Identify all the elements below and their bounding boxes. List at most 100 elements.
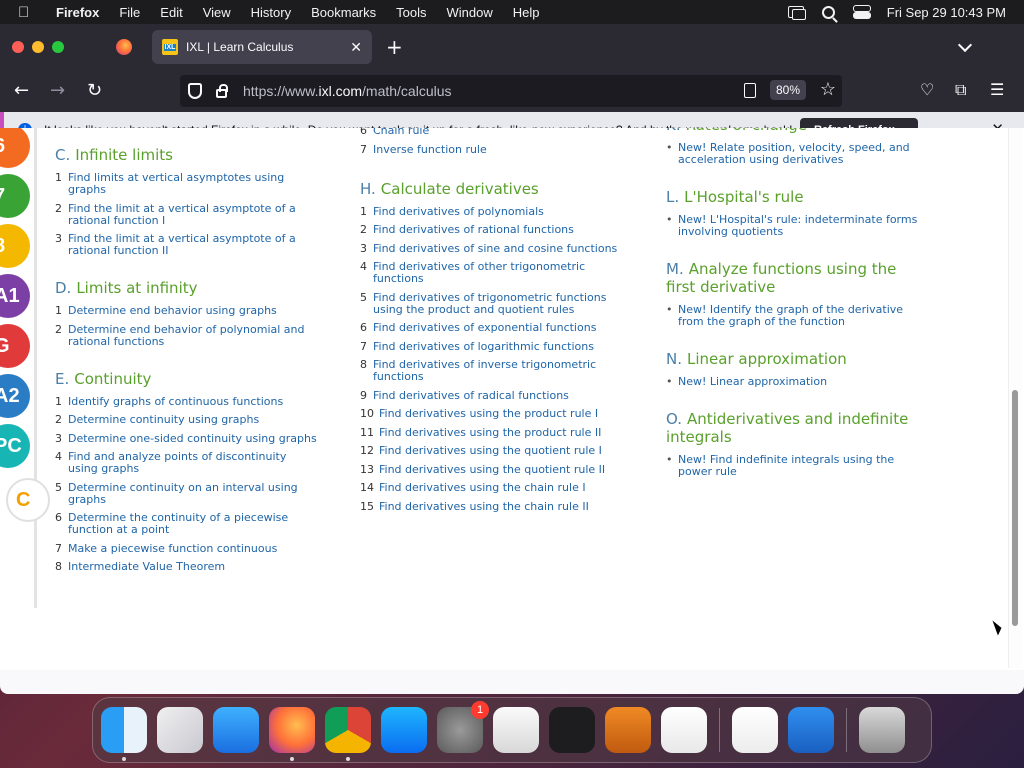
menu-app[interactable]: Firefox (56, 5, 99, 20)
menu-bookmarks[interactable]: Bookmarks (311, 5, 376, 20)
skill-label[interactable]: Find derivatives of trigonometric functi… (373, 291, 632, 316)
skill-link[interactable]: 1 Determine end behavior using graphs (55, 305, 317, 317)
skill-link[interactable]: 8 Intermediate Value Theorem (55, 561, 317, 573)
reader-view-icon[interactable] (744, 83, 756, 98)
skill-label[interactable]: Find derivatives of radical functions (373, 389, 569, 402)
skill-label[interactable]: Find the limit at a vertical asymptote o… (68, 233, 317, 257)
skill-link[interactable]: 6 Chain rule (360, 128, 632, 137)
skill-label[interactable]: Find derivatives of rational functions (373, 224, 574, 236)
skill-link[interactable]: 1 Find derivatives of polynomials (360, 205, 632, 218)
pocket-icon[interactable]: ♡ (920, 80, 934, 99)
menu-help[interactable]: Help (513, 5, 540, 20)
grade-level-c[interactable]: C (6, 478, 50, 522)
skill-link[interactable]: 11 Find derivatives using the product rul… (360, 426, 632, 439)
visual-studio-icon[interactable] (732, 707, 778, 753)
skill-label[interactable]: Find and analyze points of discontinuity… (68, 451, 317, 475)
skill-link[interactable]: 5 Find derivatives of trigonometric funct… (360, 291, 632, 316)
skill-label[interactable]: Intermediate Value Theorem (68, 561, 225, 573)
vscode-icon[interactable] (661, 707, 707, 753)
screen-mirroring-icon[interactable] (787, 6, 806, 20)
tracking-protection-shield-icon[interactable] (188, 83, 202, 99)
skill-link[interactable]: 13 Find derivatives using the quotient ru… (360, 463, 632, 476)
menu-view[interactable]: View (203, 5, 231, 20)
grade-level-a1[interactable]: A1 (0, 274, 30, 318)
zoom-level-badge[interactable]: 80% (769, 80, 806, 100)
skill-link[interactable]: 2 Determine continuity using graphs (55, 414, 317, 426)
skill-label[interactable]: Find derivatives of exponential function… (373, 322, 596, 334)
skill-link[interactable]: 7 Find derivatives of logarithmic functio… (360, 340, 632, 353)
trash-icon[interactable] (859, 707, 905, 753)
skill-label[interactable]: Determine the continuity of a piecewise … (68, 512, 317, 536)
skill-label[interactable]: Find derivatives of inverse trigonometri… (373, 359, 632, 383)
apple-icon[interactable]:  (18, 4, 38, 21)
skill-link[interactable]: 12 Find derivatives using the quotient ru… (360, 445, 632, 457)
extensions-icon[interactable]: ⧉ (955, 80, 966, 100)
chrome-icon[interactable] (325, 707, 371, 761)
skill-link[interactable]: 10 Find derivatives using the product rul… (360, 408, 632, 420)
grade-level-a2[interactable]: A2 (0, 374, 30, 418)
firefox-view-icon[interactable] (116, 39, 132, 55)
skill-link[interactable]: 3 Find derivatives of sine and cosine fun… (360, 242, 632, 255)
skill-label[interactable]: New! Relate position, velocity, speed, a… (678, 142, 928, 166)
grade-level-g[interactable]: G (0, 324, 30, 368)
menu-edit[interactable]: Edit (160, 5, 182, 20)
skill-label[interactable]: Find derivatives of logarithmic function… (373, 340, 594, 353)
garageband-icon[interactable] (605, 707, 651, 753)
system-settings-icon[interactable]: 1 (437, 701, 489, 753)
skill-label[interactable]: New! Linear approximation (678, 376, 827, 388)
minimize-window-button[interactable] (32, 41, 44, 53)
scrollbar-thumb[interactable] (1012, 390, 1018, 626)
chevron-down-icon[interactable] (957, 37, 973, 53)
skill-label[interactable]: Find derivatives of polynomials (373, 205, 544, 218)
grade-level-pc[interactable]: PC (0, 424, 30, 468)
skill-link[interactable]: 7 Make a piecewise function continuous (55, 542, 317, 555)
skill-link[interactable]: 4 Find and analyze points of discontinuit… (55, 451, 317, 475)
menu-history[interactable]: History (251, 5, 291, 20)
menu-window[interactable]: Window (447, 5, 493, 20)
menu-tools[interactable]: Tools (396, 5, 426, 20)
skill-label[interactable]: Find derivatives using the quotient rule… (379, 463, 605, 476)
skill-link[interactable]: 2 Find derivatives of rational functions (360, 224, 632, 236)
terminal-icon[interactable] (549, 707, 595, 753)
textedit-icon[interactable] (493, 707, 539, 753)
skill-label[interactable]: Determine continuity on an interval usin… (68, 481, 317, 506)
skill-label[interactable]: Find limits at vertical asymptotes using… (68, 172, 317, 196)
skill-label[interactable]: Find derivatives using the chain rule I (379, 482, 586, 494)
grade-level-7[interactable]: 7 (0, 174, 30, 218)
skill-link[interactable]: 2 Determine end behavior of polynomial an… (55, 323, 317, 348)
app-store-icon[interactable] (381, 707, 427, 753)
bookmark-star-icon[interactable]: ☆ (820, 79, 836, 100)
skill-link[interactable]: 4 Find derivatives of other trigonometric… (360, 261, 632, 285)
skill-link[interactable]: 1 Find limits at vertical asymptotes usin… (55, 172, 317, 196)
weather-icon[interactable] (788, 707, 834, 753)
close-tab-icon[interactable]: ✕ (350, 39, 362, 56)
skill-label[interactable]: Find derivatives of other trigonometric … (373, 261, 632, 285)
skill-label[interactable]: Chain rule (373, 128, 429, 137)
skill-label[interactable]: New! Find indefinite integrals using the… (678, 454, 928, 478)
skill-label[interactable]: Make a piecewise function continuous (68, 542, 277, 555)
skill-link[interactable]: 5 Determine continuity on an interval usi… (55, 481, 317, 506)
skill-link[interactable]: 14 Find derivatives using the chain rule … (360, 482, 632, 494)
forward-arrow-icon[interactable]: → (50, 80, 65, 101)
tab-ixl-calculus[interactable]: IXL IXL | Learn Calculus ✕ (152, 30, 372, 64)
skill-label[interactable]: Determine one-sided continuity using gra… (68, 432, 317, 445)
grade-level-8[interactable]: 8 (0, 224, 30, 268)
skill-label[interactable]: Find derivatives using the quotient rule… (379, 445, 602, 457)
skill-link[interactable]: 7 Inverse function rule (360, 143, 632, 156)
skill-label[interactable]: Find derivatives using the product rule … (379, 408, 598, 420)
skill-label[interactable]: Determine continuity using graphs (68, 414, 259, 426)
skill-link[interactable]: 2 Find the limit at a vertical asymptote … (55, 202, 317, 227)
skill-link[interactable]: 8 Find derivatives of inverse trigonometr… (360, 359, 632, 383)
skill-link[interactable]: 6 Find derivatives of exponential functio… (360, 322, 632, 334)
grade-level-6[interactable]: 6 (0, 128, 30, 168)
menubar-clock[interactable]: Fri Sep 29 10:43 PM (887, 5, 1006, 20)
menu-file[interactable]: File (119, 5, 140, 20)
skill-link[interactable]: • New! L'Hospital's rule: indeterminate f… (666, 214, 928, 238)
launchpad-icon[interactable] (157, 707, 203, 753)
skill-link[interactable]: 9 Find derivatives of radical functions (360, 389, 632, 402)
finder-icon[interactable] (101, 707, 147, 761)
skill-label[interactable]: Find derivatives using the product rule … (379, 426, 601, 439)
control-center-icon[interactable] (852, 5, 871, 19)
spotlight-search-icon[interactable] (821, 5, 835, 19)
page-scrollbar[interactable] (1008, 128, 1022, 668)
